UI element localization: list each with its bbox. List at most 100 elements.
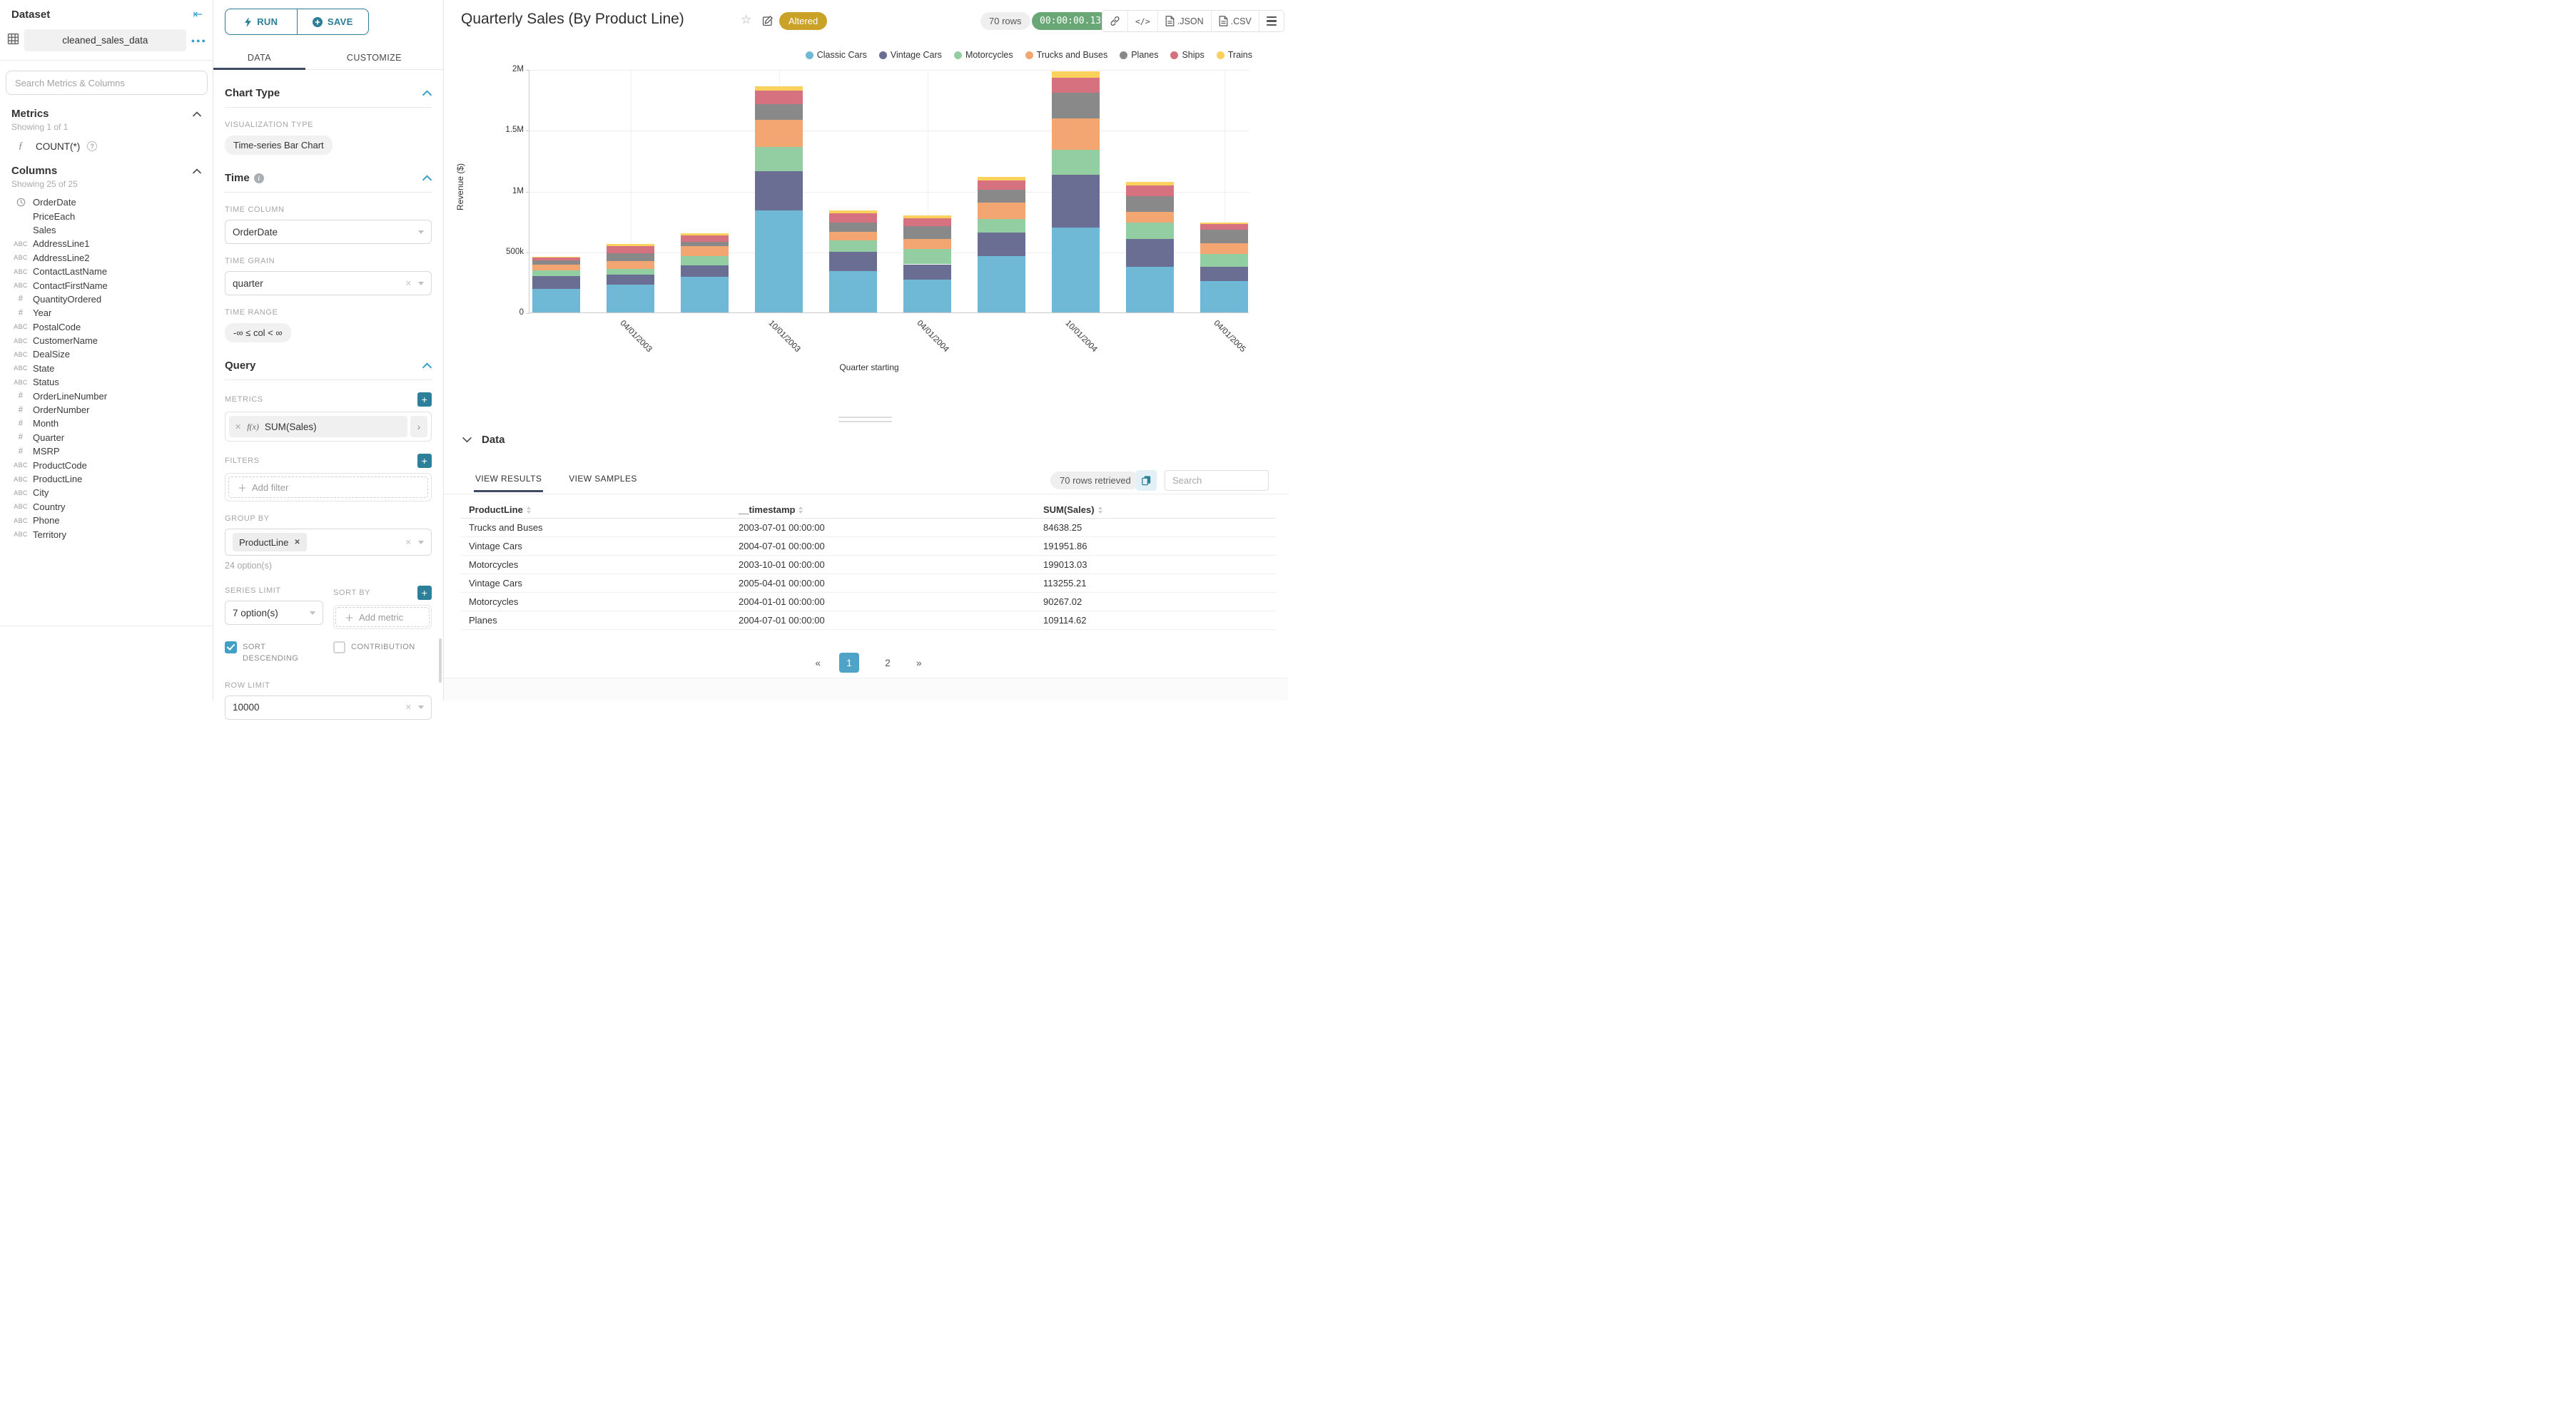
bar-segment-vintage-cars[interactable] <box>755 170 803 211</box>
bar-segment-planes[interactable] <box>532 260 580 265</box>
export-json-button[interactable]: .JSON <box>1158 11 1212 31</box>
time-column-select[interactable]: OrderDate <box>225 220 432 244</box>
bar-segment-trucks-and-buses[interactable] <box>755 120 803 147</box>
next-page-button[interactable]: » <box>916 658 922 668</box>
bar-segment-ships[interactable] <box>978 180 1025 190</box>
chevron-up-icon[interactable] <box>193 111 201 117</box>
column-item-state[interactable]: ABC State <box>0 362 213 375</box>
stacked-bar-01/01/2005[interactable] <box>1126 69 1174 312</box>
column-item-quantityordered[interactable]: # QuantityOrdered <box>0 292 213 306</box>
bar-segment-ships[interactable] <box>1126 185 1174 197</box>
column-item-addressline1[interactable]: ABC AddressLine1 <box>0 237 213 250</box>
page-button-1[interactable]: 1 <box>839 653 859 673</box>
column-item-status[interactable]: ABC Status <box>0 375 213 389</box>
collapse-panel-icon[interactable]: ⇤ <box>193 9 203 21</box>
permalink-button[interactable] <box>1102 11 1128 31</box>
bar-segment-trains[interactable] <box>755 86 803 91</box>
add-metric-button[interactable]: + <box>417 392 432 407</box>
sort-icon[interactable] <box>1097 506 1102 514</box>
series-limit-select[interactable]: 7 option(s) <box>225 601 323 625</box>
copy-data-button[interactable] <box>1136 470 1157 491</box>
stacked-bar-07/01/2003[interactable] <box>681 69 729 312</box>
bar-segment-classic-cars[interactable] <box>829 271 877 312</box>
column-item-customername[interactable]: ABC CustomerName <box>0 334 213 347</box>
column-item-ordernumber[interactable]: # OrderNumber <box>0 403 213 417</box>
legend-item-motorcycles[interactable]: Motorcycles <box>953 50 1013 60</box>
column-header-productline[interactable]: ProductLine <box>461 504 731 515</box>
bar-segment-motorcycles[interactable] <box>532 270 580 276</box>
bar-segment-trucks-and-buses[interactable] <box>681 245 729 257</box>
bar-segment-vintage-cars[interactable] <box>681 265 729 277</box>
column-item-country[interactable]: ABC Country <box>0 500 213 514</box>
bar-segment-motorcycles[interactable] <box>829 240 877 252</box>
bar-segment-vintage-cars[interactable] <box>903 264 951 280</box>
table-row[interactable]: Motorcycles 2004-01-01 00:00:00 90267.02 <box>461 593 1276 611</box>
bar-segment-ships[interactable] <box>532 258 580 260</box>
table-row[interactable]: Vintage Cars 2005-04-01 00:00:00 113255.21 <box>461 574 1276 593</box>
add-filter-dropzone[interactable]: ＋ Add filter <box>228 477 428 498</box>
legend-item-vintage-cars[interactable]: Vintage Cars <box>878 50 942 60</box>
bar-segment-classic-cars[interactable] <box>978 256 1025 312</box>
column-item-sales[interactable]: Sales <box>0 223 213 237</box>
bar-segment-classic-cars[interactable] <box>1052 227 1100 312</box>
bar-segment-trucks-and-buses[interactable] <box>1052 118 1100 151</box>
bar-segment-trucks-and-buses[interactable] <box>1126 211 1174 223</box>
column-item-orderdate[interactable]: OrderDate <box>0 195 213 209</box>
bar-segment-planes[interactable] <box>755 104 803 121</box>
bar-segment-planes[interactable] <box>903 226 951 240</box>
column-item-priceeach[interactable]: PriceEach <box>0 209 213 223</box>
bar-segment-ships[interactable] <box>755 91 803 105</box>
bar-segment-motorcycles[interactable] <box>755 146 803 171</box>
chevron-up-icon[interactable] <box>193 168 201 174</box>
dataset-name[interactable]: cleaned_sales_data <box>24 29 186 51</box>
remove-icon[interactable]: ✕ <box>294 539 300 546</box>
bar-segment-trains[interactable] <box>607 244 654 247</box>
bar-segment-trucks-and-buses[interactable] <box>829 232 877 241</box>
column-header-timestamp[interactable]: __timestamp <box>731 504 1035 515</box>
bar-segment-trains[interactable] <box>1126 181 1174 185</box>
bar-segment-vintage-cars[interactable] <box>978 233 1025 257</box>
table-row[interactable]: Motorcycles 2003-10-01 00:00:00 199013.03 <box>461 556 1276 574</box>
bar-segment-classic-cars[interactable] <box>532 288 580 312</box>
column-item-contactlastname[interactable]: ABC ContactLastName <box>0 265 213 278</box>
search-metrics-input[interactable] <box>6 71 208 95</box>
bar-segment-motorcycles[interactable] <box>607 268 654 275</box>
legend-item-ships[interactable]: Ships <box>1170 50 1205 60</box>
bar-segment-trucks-and-buses[interactable] <box>607 260 654 269</box>
bar-segment-classic-cars[interactable] <box>681 277 729 312</box>
bar-segment-ships[interactable] <box>607 246 654 254</box>
bar-segment-trains[interactable] <box>903 215 951 218</box>
column-item-territory[interactable]: ABC Territory <box>0 527 213 541</box>
bar-segment-planes[interactable] <box>1200 230 1248 244</box>
time-range-value[interactable]: -∞ ≤ col < ∞ <box>225 323 291 342</box>
prev-page-button[interactable]: « <box>815 658 821 668</box>
clear-icon[interactable]: ✕ <box>405 703 412 712</box>
bar-segment-planes[interactable] <box>1052 93 1100 119</box>
bar-segment-ships[interactable] <box>1200 224 1248 230</box>
menu-button[interactable] <box>1259 11 1284 31</box>
bar-segment-trains[interactable] <box>532 257 580 258</box>
favorite-star-icon[interactable]: ☆ <box>741 13 751 27</box>
bar-segment-ships[interactable] <box>829 213 877 223</box>
column-item-msrp[interactable]: # MSRP <box>0 444 213 458</box>
legend-item-trucks-and-buses[interactable]: Trucks and Buses <box>1025 50 1107 60</box>
tab-view-samples[interactable]: VIEW SAMPLES <box>569 474 637 492</box>
bar-segment-classic-cars[interactable] <box>607 285 654 312</box>
stacked-bar-10/01/2003[interactable] <box>755 69 803 312</box>
stacked-bar-04/01/2004[interactable] <box>903 69 951 312</box>
stacked-bar-07/01/2004[interactable] <box>978 69 1025 312</box>
tab-data[interactable]: DATA <box>213 46 305 70</box>
bar-segment-ships[interactable] <box>903 218 951 227</box>
tab-customize[interactable]: CUSTOMIZE <box>305 46 443 69</box>
sort-icon[interactable] <box>798 506 803 514</box>
bar-segment-motorcycles[interactable] <box>681 256 729 266</box>
save-button[interactable]: SAVE <box>296 9 369 35</box>
edit-title-icon[interactable] <box>761 15 774 31</box>
bar-segment-classic-cars[interactable] <box>755 210 803 312</box>
bar-segment-vintage-cars[interactable] <box>607 274 654 285</box>
bar-segment-trucks-and-buses[interactable] <box>978 203 1025 220</box>
resize-handle[interactable] <box>838 417 892 425</box>
column-item-productcode[interactable]: ABC ProductCode <box>0 458 213 472</box>
scrollbar-thumb[interactable] <box>439 638 442 683</box>
bar-segment-trains[interactable] <box>1200 222 1248 225</box>
